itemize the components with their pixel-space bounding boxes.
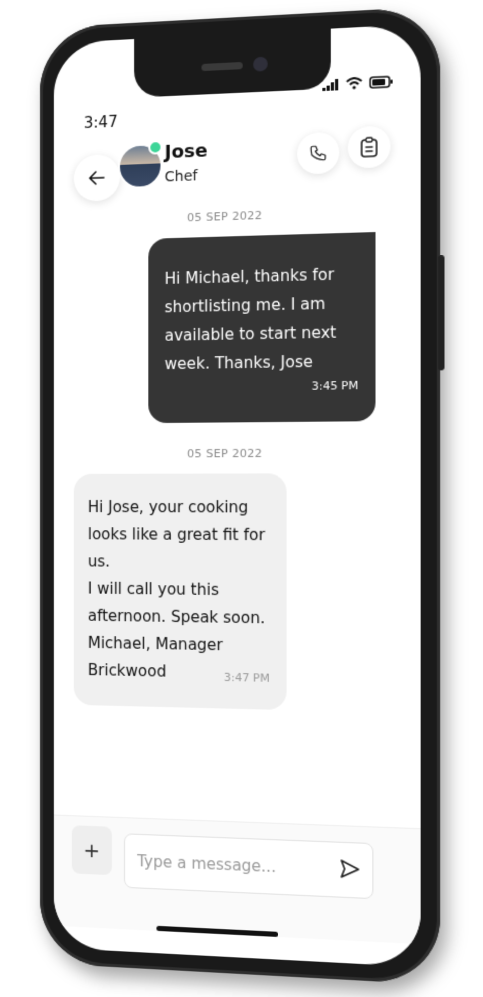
clipboard-icon (359, 136, 378, 158)
notch (134, 28, 331, 98)
message-bubble-incoming[interactable]: Hi Jose, your cooking looks like a great… (73, 473, 287, 711)
status-icons (322, 75, 393, 92)
message-text: Hi Michael, thanks for shortlisting me. … (164, 265, 337, 374)
contact-name: Jose (164, 140, 208, 164)
message-text: Hi Jose, your cooking looks like a great… (87, 498, 266, 681)
front-camera (253, 56, 268, 72)
speaker (201, 61, 243, 72)
signal-icon (322, 78, 339, 92)
chat-screen: 3:47 Jose Chef 05 SEP 2022 Hi Michael, t… (53, 23, 421, 968)
back-button[interactable] (73, 153, 120, 202)
message-timestamp: 3:47 PM (223, 670, 270, 685)
contact-role: Chef (164, 168, 198, 186)
message-timestamp: 3:45 PM (311, 378, 359, 393)
online-status-dot (148, 139, 163, 155)
send-icon[interactable] (338, 857, 361, 881)
date-separator: 05 SEP 2022 (187, 208, 263, 225)
message-input-box[interactable] (124, 833, 374, 900)
message-bubble-outgoing[interactable]: Hi Michael, thanks for shortlisting me. … (148, 232, 376, 424)
status-time: 3:47 (83, 112, 118, 133)
phone-frame: 3:47 Jose Chef 05 SEP 2022 Hi Michael, t… (40, 6, 445, 985)
date-separator: 05 SEP 2022 (187, 446, 263, 461)
attach-button[interactable]: + (71, 825, 112, 876)
arrow-left-icon (89, 171, 105, 186)
notes-button[interactable] (347, 125, 391, 169)
call-button[interactable] (297, 131, 340, 175)
phone-icon (309, 144, 328, 163)
power-button (437, 255, 445, 371)
battery-icon (369, 75, 393, 89)
wifi-icon (346, 77, 363, 90)
message-input[interactable] (135, 846, 326, 884)
